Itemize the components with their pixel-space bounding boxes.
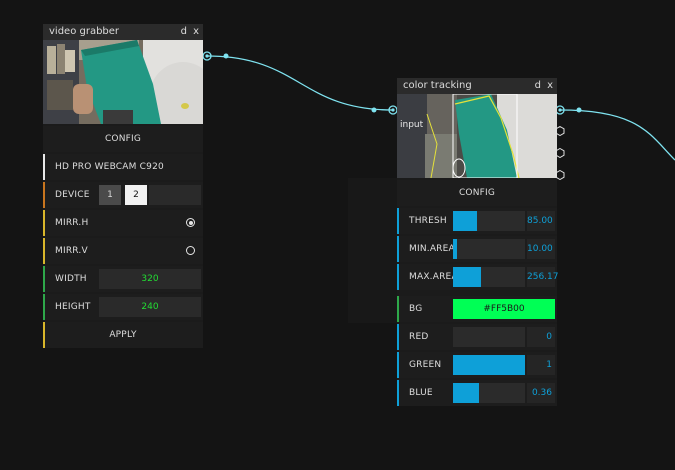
accent-bar bbox=[397, 208, 399, 234]
channel-label: BLUE bbox=[409, 388, 433, 398]
bg-color-swatch[interactable]: #FF5B00 bbox=[453, 299, 555, 319]
close-button[interactable]: x bbox=[547, 78, 553, 94]
video-preview bbox=[43, 40, 203, 124]
input-port-label: input bbox=[400, 120, 424, 130]
tracking-preview: input bbox=[397, 94, 557, 178]
blue-slider[interactable] bbox=[453, 383, 525, 403]
detach-button[interactable]: d bbox=[535, 78, 541, 94]
config-label: CONFIG bbox=[104, 134, 142, 144]
config-header[interactable]: CONFIG bbox=[43, 126, 203, 152]
red-value[interactable]: 0 bbox=[527, 327, 555, 347]
node-titlebar[interactable]: color tracking d x bbox=[397, 78, 557, 94]
channel-label: RED bbox=[409, 332, 429, 342]
node-title: color tracking bbox=[403, 80, 472, 91]
bg-label: BG bbox=[409, 304, 423, 314]
accent-bar bbox=[43, 238, 45, 264]
accent-bar bbox=[397, 352, 399, 378]
slider-fill bbox=[453, 239, 458, 259]
min-area-slider[interactable] bbox=[453, 239, 525, 259]
close-button[interactable]: x bbox=[193, 24, 199, 40]
webcam-image bbox=[43, 40, 203, 124]
width-row: WIDTH 320 bbox=[43, 266, 203, 292]
config-label: CONFIG bbox=[458, 188, 496, 198]
min-area-value[interactable]: 10.00 bbox=[527, 239, 555, 259]
slider-row-min-area: MIN.AREA 10.00 bbox=[397, 236, 557, 262]
height-field[interactable]: 240 bbox=[99, 297, 201, 317]
device-option-1[interactable]: 1 bbox=[99, 185, 121, 205]
color-tracking-node[interactable]: color tracking d x input CONFIG THRESH 8… bbox=[397, 78, 559, 406]
wire-output-out bbox=[559, 109, 675, 161]
slider-fill bbox=[453, 267, 482, 287]
device-option-2[interactable]: 2 bbox=[125, 185, 147, 205]
accent-bar bbox=[397, 380, 399, 406]
mirror-h-label: MIRR.H bbox=[55, 218, 89, 228]
video-grabber-node[interactable]: video grabber d x CONFIG HD PRO WEBCAM C… bbox=[43, 24, 203, 348]
output-port-hex-icon[interactable] bbox=[555, 170, 565, 180]
detach-button[interactable]: d bbox=[181, 24, 187, 40]
accent-bar bbox=[43, 182, 45, 208]
node-title: video grabber bbox=[49, 26, 120, 37]
green-value[interactable]: 1 bbox=[527, 355, 555, 375]
mirror-v-radio[interactable] bbox=[186, 246, 195, 255]
output-port-hex-icon[interactable] bbox=[555, 148, 565, 158]
wire-video-to-input bbox=[206, 55, 394, 111]
thresh-slider[interactable] bbox=[453, 211, 525, 231]
accent-bar bbox=[397, 264, 399, 290]
accent-bar bbox=[397, 324, 399, 350]
height-row: HEIGHT 240 bbox=[43, 294, 203, 320]
device-row: DEVICE 1 2 bbox=[43, 182, 203, 208]
slider-fill bbox=[453, 355, 525, 375]
accent-bar bbox=[43, 154, 45, 180]
accent-bar bbox=[43, 266, 45, 292]
channel-row-green: GREEN 1 bbox=[397, 352, 557, 378]
camera-name-row[interactable]: HD PRO WEBCAM C920 bbox=[43, 154, 203, 180]
slider-label: MAX.AREA bbox=[409, 272, 458, 282]
device-label: DEVICE bbox=[55, 190, 90, 200]
slider-row-thresh: THRESH 85.00 bbox=[397, 208, 557, 234]
mirror-h-row[interactable]: MIRR.H bbox=[43, 210, 203, 236]
slider-label: THRESH bbox=[409, 216, 447, 226]
thresh-value[interactable]: 85.00 bbox=[527, 211, 555, 231]
wire-handle bbox=[576, 107, 582, 113]
output-port-hex-icon[interactable] bbox=[555, 126, 565, 136]
channel-label: GREEN bbox=[409, 360, 442, 370]
node-titlebar[interactable]: video grabber d x bbox=[43, 24, 203, 40]
apply-button[interactable]: APPLY bbox=[43, 322, 203, 348]
green-slider[interactable] bbox=[453, 355, 525, 375]
width-field[interactable]: 320 bbox=[99, 269, 201, 289]
channel-row-blue: BLUE 0.36 bbox=[397, 380, 557, 406]
red-slider[interactable] bbox=[453, 327, 525, 347]
tracking-image bbox=[397, 94, 557, 178]
max-area-value[interactable]: 256.17 bbox=[527, 267, 559, 287]
wire-handle bbox=[223, 53, 229, 59]
config-header[interactable]: CONFIG bbox=[397, 180, 557, 206]
slider-fill bbox=[453, 211, 477, 231]
slider-row-max-area: MAX.AREA 256.17 bbox=[397, 264, 559, 290]
max-area-slider[interactable] bbox=[453, 267, 525, 287]
mirror-h-radio[interactable] bbox=[186, 218, 195, 227]
slider-fill bbox=[453, 383, 479, 403]
blue-value[interactable]: 0.36 bbox=[527, 383, 555, 403]
camera-name: HD PRO WEBCAM C920 bbox=[55, 162, 164, 172]
wire-handle bbox=[371, 107, 377, 113]
width-label: WIDTH bbox=[55, 274, 87, 284]
mirror-v-row[interactable]: MIRR.V bbox=[43, 238, 203, 264]
height-label: HEIGHT bbox=[55, 302, 91, 312]
mirror-v-label: MIRR.V bbox=[55, 246, 88, 256]
device-empty-area bbox=[149, 185, 201, 205]
slider-label: MIN.AREA bbox=[409, 244, 455, 254]
accent-bar bbox=[397, 296, 399, 322]
radio-checked-dot bbox=[188, 220, 193, 225]
accent-bar bbox=[397, 236, 399, 262]
accent-bar bbox=[43, 294, 45, 320]
apply-label: APPLY bbox=[109, 330, 137, 340]
bg-color-row: BG #FF5B00 bbox=[397, 296, 557, 322]
channel-row-red: RED 0 bbox=[397, 324, 557, 350]
accent-bar bbox=[43, 210, 45, 236]
